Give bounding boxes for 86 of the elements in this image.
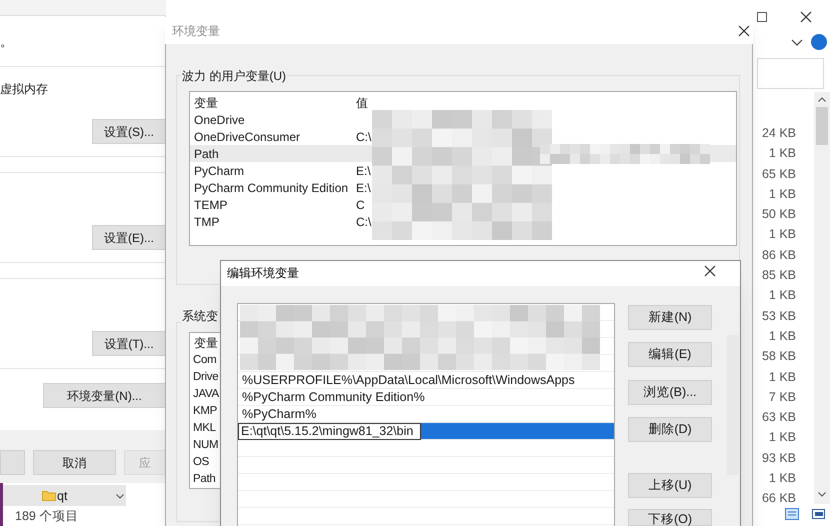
file-size: 1 KB <box>768 186 796 203</box>
view-icon[interactable] <box>785 508 799 520</box>
breadcrumb-text[interactable]: qt <box>57 487 68 506</box>
environment-variables-button[interactable]: 环境变量(N)... <box>43 383 166 408</box>
dialog-button[interactable]: 浏览(B)... <box>628 380 712 405</box>
maximize-icon[interactable] <box>757 12 767 22</box>
help-icon[interactable] <box>811 34 827 50</box>
chevron-down-icon[interactable] <box>116 494 124 499</box>
file-size: 1 KB <box>768 429 796 446</box>
settings-button[interactable]: 设置(S)... <box>92 119 166 144</box>
variable-value: C <box>355 196 365 214</box>
file-size: 1 KB <box>768 368 796 386</box>
dialog-button[interactable]: 编辑(E) <box>628 342 712 367</box>
cancel-button[interactable]: 取消 <box>33 450 116 475</box>
dialog-button[interactable]: 新建(N) <box>628 305 712 330</box>
variable-name[interactable]: Path <box>190 471 216 488</box>
body-text: 。 <box>0 33 13 51</box>
status-text: 189 个项目 <box>15 508 78 525</box>
dialog-button[interactable]: 上移(U) <box>628 473 712 498</box>
variable-value: C:\ <box>355 128 372 146</box>
list-row[interactable]: OneDrive <box>190 111 736 128</box>
file-size: 66 KB <box>760 490 796 508</box>
variable-name[interactable]: Com <box>190 352 216 369</box>
dialog-button[interactable]: 下移(O) <box>628 509 712 526</box>
variable-value: C:\ <box>355 214 372 230</box>
scrollbar[interactable] <box>727 335 739 475</box>
scrollbar[interactable] <box>814 92 830 504</box>
variable-name[interactable]: OS <box>190 454 210 471</box>
variable-name: TMP <box>193 214 220 230</box>
column-header[interactable]: 变量 <box>190 94 354 112</box>
variable-name: PyCharm <box>193 162 246 180</box>
variable-name[interactable]: MKL <box>190 420 216 437</box>
file-size: 53 KB <box>760 308 796 325</box>
file-size: 7 KB <box>768 388 796 406</box>
close-icon[interactable] <box>800 11 812 23</box>
scrollbar-thumb[interactable] <box>816 107 828 145</box>
path-input-field[interactable]: E:\qt\qt\5.15.2\mingw81_32\bin <box>238 422 421 440</box>
list-row[interactable]: OneDriveConsumer C:\ <box>190 128 736 145</box>
list-row[interactable]: PyCharm Community Edition E:\ <box>190 179 736 196</box>
variable-name[interactable]: KMP <box>190 403 218 420</box>
variable-name: Path <box>193 146 220 162</box>
list-row[interactable]: TMP C:\ <box>190 213 736 230</box>
file-size: 85 KB <box>760 267 796 284</box>
list-row[interactable]: TEMP C <box>190 196 736 213</box>
file-size: 1 KB <box>768 328 796 345</box>
scroll-down-icon[interactable] <box>818 492 826 497</box>
file-size: 58 KB <box>760 348 796 366</box>
window-title: 环境变量 <box>172 23 220 40</box>
group-label: 波力 的用户变量(U) <box>181 67 287 85</box>
path-entry[interactable]: %USERPROFILE%\AppData\Local\Microsoft\WindowsApps <box>238 372 614 389</box>
group-label: 系统变 <box>181 307 219 325</box>
window-title: 编辑环境变量 <box>227 265 299 282</box>
search-field[interactable] <box>757 58 824 89</box>
variable-value: E:\ <box>355 162 371 180</box>
settings-button[interactable]: 设置(E)... <box>92 225 166 250</box>
variable-value: E:\ <box>355 180 371 196</box>
dialog-button[interactable]: 删除(D) <box>628 417 712 442</box>
file-size: 1 KB <box>768 145 796 162</box>
close-icon[interactable] <box>704 265 716 277</box>
file-size: 63 KB <box>760 409 796 426</box>
list-row[interactable]: PyCharm E:\ <box>190 162 736 179</box>
path-entry[interactable]: %PyCharm Community Edition% <box>238 389 614 406</box>
close-icon[interactable] <box>738 25 750 37</box>
variable-name[interactable]: Drive <box>190 369 218 386</box>
file-size: 93 KB <box>760 450 796 467</box>
file-size: 1 KB <box>768 287 796 304</box>
variable-name: OneDrive <box>193 112 246 128</box>
file-size: 1 KB <box>768 470 796 488</box>
view-icon[interactable] <box>812 508 826 520</box>
file-size: 86 KB <box>760 246 796 264</box>
variable-name: OneDriveConsumer <box>193 128 302 146</box>
file-size: 1 KB <box>768 226 796 244</box>
list-row[interactable]: E:\qt\qt\5.15.2\mingw81_32\bin <box>238 423 614 440</box>
variable-name: TEMP <box>193 196 228 214</box>
variable-name[interactable]: JAVA <box>190 386 219 403</box>
variable-name[interactable]: NUM <box>190 437 218 454</box>
chevron-down-icon[interactable] <box>791 39 803 47</box>
file-size: 65 KB <box>760 166 796 183</box>
settings-button[interactable]: 设置(T)... <box>92 331 166 356</box>
variable-name: PyCharm Community Edition <box>193 180 350 196</box>
file-size: 24 KB <box>760 125 796 142</box>
folder-icon <box>42 489 56 501</box>
file-size: 50 KB <box>760 206 796 224</box>
scroll-up-icon[interactable] <box>818 97 826 102</box>
section-label: 虚拟内存 <box>0 81 48 98</box>
column-header[interactable]: 值 <box>354 94 368 112</box>
